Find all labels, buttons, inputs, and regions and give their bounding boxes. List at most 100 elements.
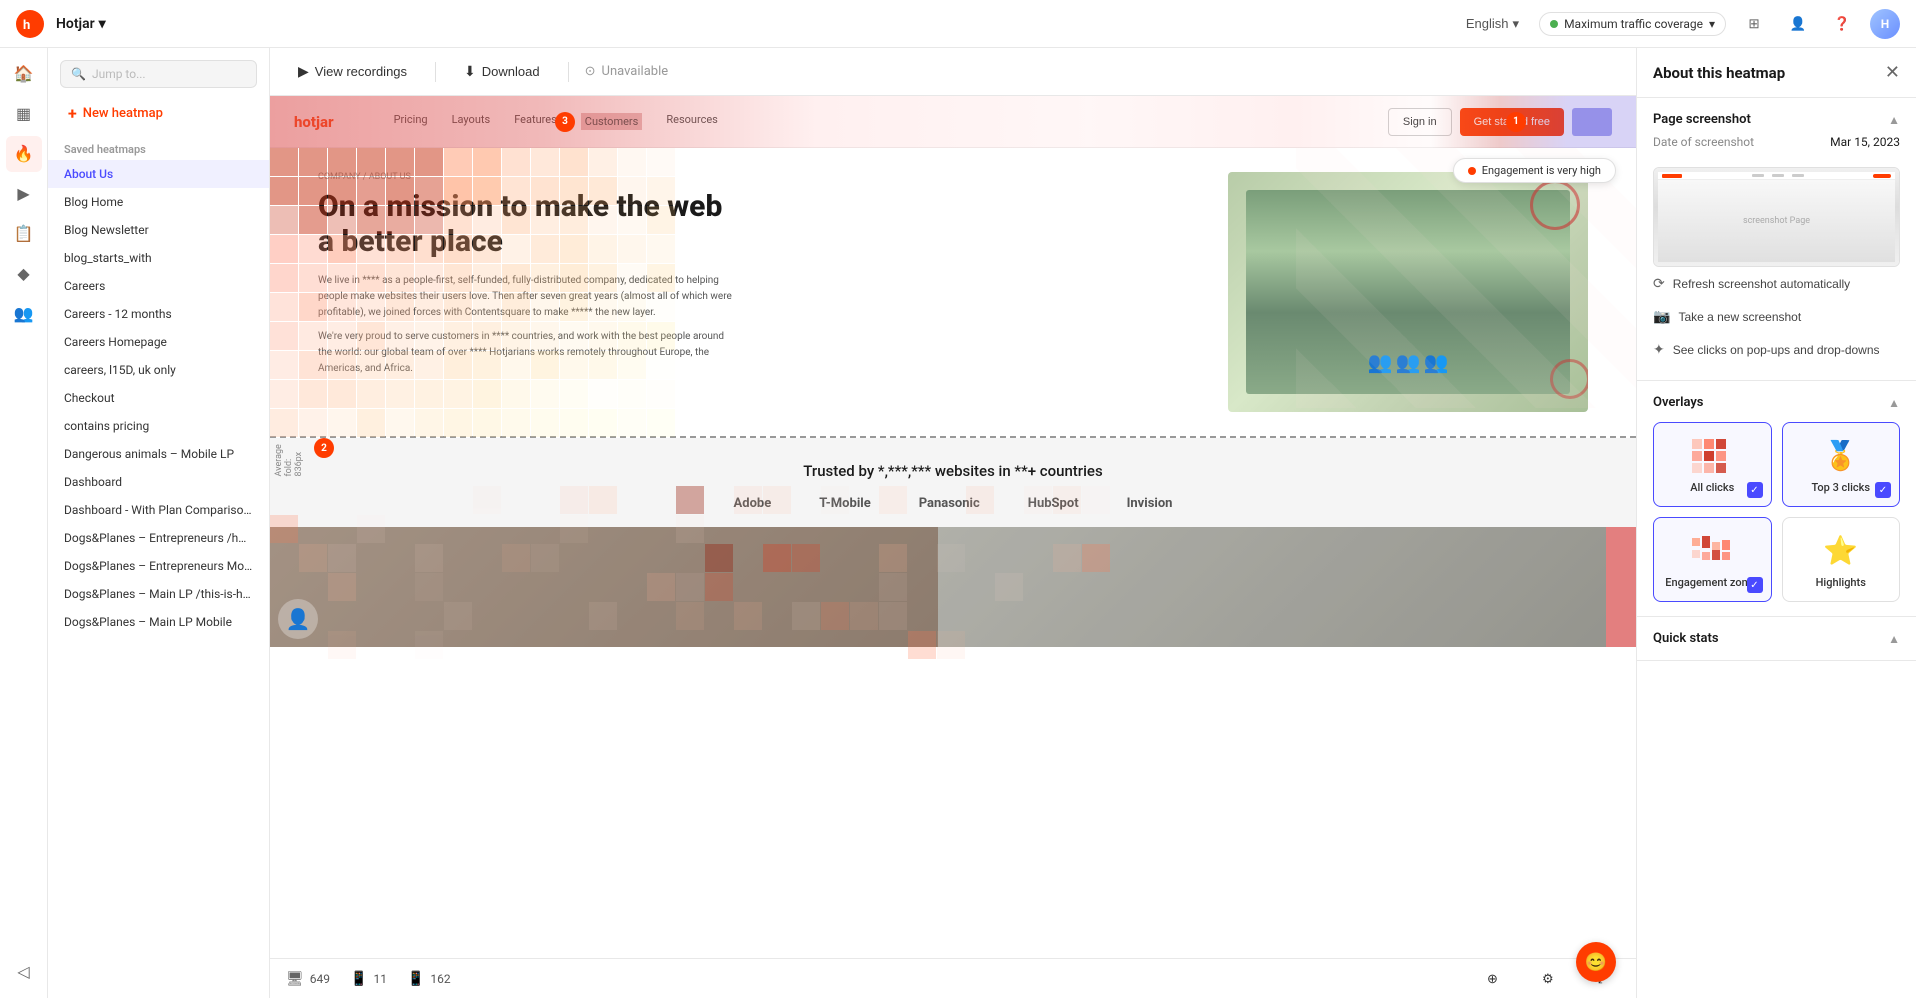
panel-item-dashboard[interactable]: Dashboard bbox=[48, 468, 269, 496]
fold-label: Average fold: 836px bbox=[274, 444, 304, 476]
fake-hero-title: On a mission to make the web a better pl… bbox=[318, 190, 738, 259]
toolbar-divider-2 bbox=[568, 62, 569, 82]
fake-page-nav: hotjar PricingLayoutsFeatures Customers … bbox=[270, 96, 1636, 148]
see-clicks-button[interactable]: ✦ See clicks on pop-ups and drop-downs bbox=[1653, 333, 1900, 366]
page-badge-2: 2 bbox=[314, 438, 334, 458]
logo-panasonic: Panasonic bbox=[919, 496, 980, 511]
traffic-caret-icon: ▾ bbox=[1709, 17, 1715, 31]
sidebar-people-btn[interactable]: 👥 bbox=[6, 296, 42, 332]
panel-item-careers-homepage[interactable]: Careers Homepage bbox=[48, 328, 269, 356]
sidebar-collapse-btn[interactable]: ◁ bbox=[6, 954, 42, 990]
dashboard-icon: ▦ bbox=[16, 104, 31, 124]
screenshot-preview-image: screenshot Page bbox=[1654, 168, 1899, 266]
screenshot-section-header[interactable]: Page screenshot ▲ bbox=[1653, 112, 1900, 127]
panel-item-about-us[interactable]: About Us bbox=[48, 160, 269, 188]
panel-item-blog-newsletter[interactable]: Blog Newsletter bbox=[48, 216, 269, 244]
grid-icon: ⊞ bbox=[1748, 16, 1759, 32]
toolbar-divider bbox=[435, 62, 436, 82]
language-selector[interactable]: English ▾ bbox=[1458, 12, 1527, 36]
traffic-coverage-selector[interactable]: Maximum traffic coverage ▾ bbox=[1539, 12, 1726, 36]
tablet-stat: 📱 11 bbox=[350, 971, 387, 987]
fake-red-strip bbox=[1606, 527, 1636, 647]
fake-hero-photo: 👥 👥 👥 bbox=[1228, 172, 1588, 412]
screenshot-chevron-icon: ▲ bbox=[1888, 113, 1900, 127]
panel-item-dogs-planes-mob[interactable]: Dogs&Planes – Entrepreneurs Mobile bbox=[48, 552, 269, 580]
panel-item-checkout[interactable]: Checkout bbox=[48, 384, 269, 412]
fake-bottom-strip: 👤 bbox=[270, 527, 1636, 647]
top-nav: h Hotjar ▾ English ▾ Maximum traffic cov… bbox=[0, 0, 1916, 48]
download-button[interactable]: ⬇ Download bbox=[452, 57, 552, 86]
toolbar: ▶ View recordings ⬇ Download ⊙ Unavailab… bbox=[270, 48, 1636, 96]
fake-logo: hotjar bbox=[294, 113, 334, 131]
rp-title: About this heatmap bbox=[1653, 64, 1785, 82]
logo[interactable]: h bbox=[16, 10, 44, 38]
search-icon: 🔍 bbox=[71, 67, 86, 81]
sidebar-dashboard-btn[interactable]: ▦ bbox=[6, 96, 42, 132]
nav-badge-1: 1 bbox=[1506, 112, 1526, 132]
fake-hero-body2: We're very proud to serve customers in *… bbox=[318, 329, 738, 377]
overlay-card-highlights[interactable]: ⭐ Highlights ✓ bbox=[1782, 517, 1901, 602]
overlays-section-header[interactable]: Overlays ▲ bbox=[1653, 395, 1900, 410]
quickstats-section-header[interactable]: Quick stats ▲ bbox=[1653, 631, 1900, 646]
panel-item-dogs-main[interactable]: Dogs&Planes – Main LP /this-is-hotjar bbox=[48, 580, 269, 608]
panel-item-contains-pricing[interactable]: contains pricing bbox=[48, 412, 269, 440]
left-panel: 🔍 Jump to... + New heatmap Saved heatmap… bbox=[48, 48, 270, 998]
sidebar-home-btn[interactable]: 🏠 bbox=[6, 56, 42, 92]
overlay-card-top3-clicks[interactable]: 🏅 Top 3 clicks ✓ bbox=[1782, 422, 1901, 507]
take-screenshot-button[interactable]: 📷 Take a new screenshot bbox=[1653, 300, 1900, 333]
panel-item-dogs-planes-ent[interactable]: Dogs&Planes – Entrepreneurs /hotjar-x-en… bbox=[48, 524, 269, 552]
avatar[interactable]: H bbox=[1870, 9, 1900, 39]
brand-selector[interactable]: Hotjar ▾ bbox=[56, 16, 106, 32]
sidebar-heatmap-btn[interactable]: 🔥 bbox=[6, 136, 42, 172]
view-recordings-button[interactable]: ▶ View recordings bbox=[286, 57, 419, 86]
close-panel-button[interactable]: ✕ bbox=[1885, 62, 1900, 83]
panel-item-careers-l15d[interactable]: careers, l15D, uk only bbox=[48, 356, 269, 384]
panel-item-dangerous-animals[interactable]: Dangerous animals – Mobile LP bbox=[48, 440, 269, 468]
new-heatmap-button[interactable]: + New heatmap bbox=[60, 100, 257, 127]
click-icon: ✦ bbox=[1653, 341, 1665, 358]
sidebar-surveys-btn[interactable]: 📋 bbox=[6, 216, 42, 252]
panel-item-blog-starts-with[interactable]: blog_starts_with bbox=[48, 244, 269, 272]
feedback-button[interactable]: 😊 bbox=[1576, 942, 1616, 982]
sidebar-recordings-btn[interactable]: ▶ bbox=[6, 176, 42, 212]
all-clicks-check: ✓ bbox=[1747, 482, 1763, 498]
overlay-card-engagement-zones[interactable]: Engagement zones ✓ bbox=[1653, 517, 1772, 602]
settings-button[interactable]: ⚙ bbox=[1530, 965, 1566, 993]
help-icon-button[interactable]: ❓ bbox=[1826, 8, 1858, 40]
overlay-card-all-clicks[interactable]: All clicks ✓ bbox=[1653, 422, 1772, 507]
engagement-dot-icon bbox=[1468, 167, 1476, 175]
panel-item-careers-12[interactable]: Careers - 12 months bbox=[48, 300, 269, 328]
fake-signin-button[interactable]: Sign in bbox=[1388, 108, 1452, 136]
fold-line: Average fold: 836px bbox=[270, 436, 1636, 438]
refresh-screenshot-button[interactable]: ⟳ Refresh screenshot automatically bbox=[1653, 267, 1900, 300]
screenshot-preview-box[interactable]: screenshot Page bbox=[1653, 167, 1900, 267]
heatmap-area: hotjar PricingLayoutsFeatures Customers … bbox=[270, 96, 1636, 958]
svg-text:h: h bbox=[23, 18, 30, 33]
fake-breadcrumb: COMPANY / ABOUT US bbox=[318, 172, 738, 182]
search-box[interactable]: 🔍 Jump to... bbox=[60, 60, 257, 88]
engagement-zones-check: ✓ bbox=[1747, 577, 1763, 593]
settings-icon: ⚙ bbox=[1542, 971, 1554, 987]
panel-item-blog-home[interactable]: Blog Home bbox=[48, 188, 269, 216]
rp-overlays-section: Overlays ▲ bbox=[1637, 381, 1916, 617]
home-icon: 🏠 bbox=[14, 64, 34, 84]
logo-hubspot: HubSpot bbox=[1028, 496, 1079, 511]
main-content: ▶ View recordings ⬇ Download ⊙ Unavailab… bbox=[270, 48, 1636, 998]
filter-button[interactable]: ⊕ bbox=[1475, 965, 1510, 993]
traffic-dot-icon bbox=[1550, 20, 1558, 28]
tablet-icon: 📱 bbox=[350, 971, 367, 987]
nav-badge-3: 3 bbox=[555, 112, 575, 132]
panel-item-careers[interactable]: Careers bbox=[48, 272, 269, 300]
right-panel: About this heatmap ✕ Page screenshot ▲ D… bbox=[1636, 48, 1916, 998]
lang-caret-icon: ▾ bbox=[1513, 16, 1520, 32]
user-add-icon-button[interactable]: 👤 bbox=[1782, 8, 1814, 40]
sidebar-insights-btn[interactable]: ◆ bbox=[6, 256, 42, 292]
grid-icon-button[interactable]: ⊞ bbox=[1738, 8, 1770, 40]
brand-caret-icon: ▾ bbox=[99, 16, 106, 32]
top3-clicks-icon: 🏅 bbox=[1817, 435, 1865, 475]
panel-item-dogs-main-mob[interactable]: Dogs&Planes – Main LP Mobile bbox=[48, 608, 269, 636]
heatmap-icon: 🔥 bbox=[14, 144, 34, 164]
fake-trusted-section: Trusted by *,***,*** websites in **+ cou… bbox=[270, 438, 1636, 527]
panel-item-dashboard-plan[interactable]: Dashboard - With Plan Comparison (Traffi… bbox=[48, 496, 269, 524]
stats-bar: 🖥 649 📱 11 📱 162 ⊕ ⚙ ⤢ bbox=[270, 958, 1636, 998]
